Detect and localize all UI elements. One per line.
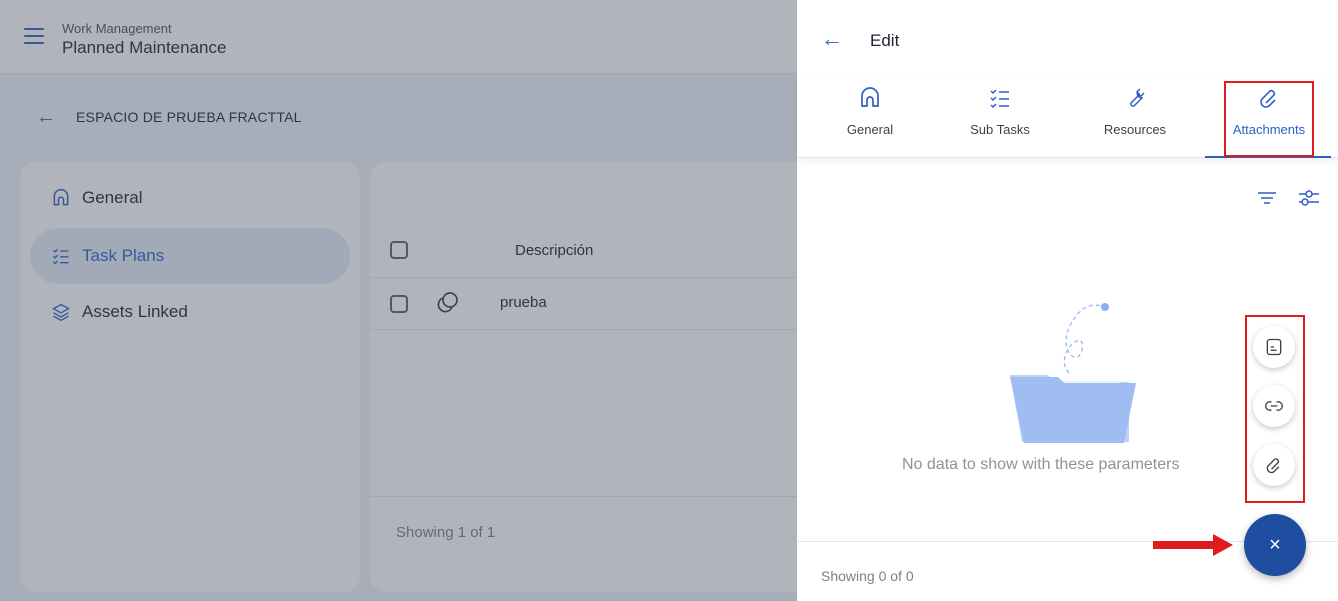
drawer-title: Edit xyxy=(870,31,900,50)
close-fab-button[interactable]: × xyxy=(1244,514,1306,576)
wrench-icon xyxy=(1130,88,1145,107)
drawer-header: ← Edit xyxy=(797,0,1338,76)
empty-state-text: No data to show with these parameters xyxy=(902,456,1180,473)
red-arrow-annotation xyxy=(1153,534,1233,556)
settings-sliders-icon[interactable] xyxy=(1297,186,1321,210)
filter-icon[interactable] xyxy=(1256,186,1278,210)
add-link-button[interactable] xyxy=(1253,385,1295,427)
link-icon xyxy=(1265,401,1283,411)
highlight-box-attachments-tab xyxy=(1224,81,1314,157)
tab-resources[interactable]: Resources xyxy=(1080,76,1190,158)
attach-icon xyxy=(1266,458,1280,474)
tab-label: Resources xyxy=(1103,122,1167,137)
add-attachment-button[interactable] xyxy=(1253,444,1295,486)
tab-general[interactable]: General xyxy=(815,76,925,158)
document-icon xyxy=(1266,338,1282,356)
edit-drawer: ← Edit General Sub Tasks Resources Attac… xyxy=(797,0,1338,601)
drawer-footer-count: Showing 0 of 0 xyxy=(821,568,914,584)
tab-sub-tasks[interactable]: Sub Tasks xyxy=(945,76,1055,158)
empty-folder-illustration xyxy=(1010,303,1136,443)
back-arrow-icon[interactable]: ← xyxy=(821,28,843,50)
tab-label: General xyxy=(846,122,894,137)
home-icon xyxy=(861,87,879,107)
tab-label: Sub Tasks xyxy=(970,122,1030,137)
add-document-button[interactable] xyxy=(1253,326,1295,368)
close-icon: × xyxy=(1269,533,1281,556)
checklist-icon xyxy=(990,89,1009,109)
